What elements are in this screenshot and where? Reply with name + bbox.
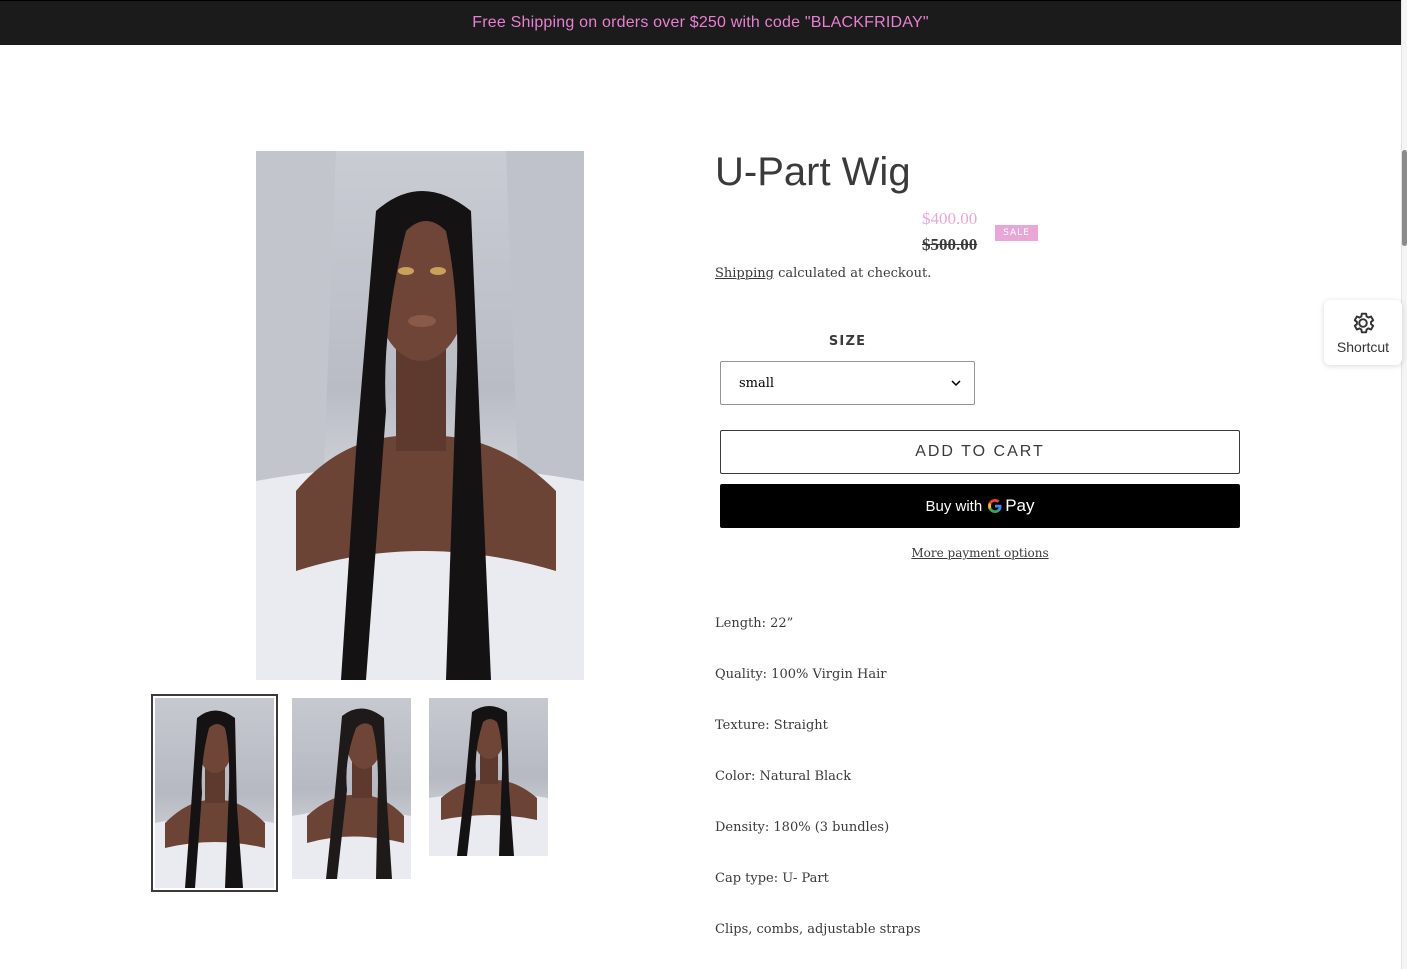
shortcut-widget[interactable]: Shortcut [1324, 300, 1402, 365]
pay-brand-label: Pay [1005, 496, 1035, 515]
description-line: Density: 180% (3 bundles) [715, 820, 890, 835]
description-line: Color: Natural Black [715, 769, 852, 784]
google-pay-button[interactable]: Buy with Pay [720, 484, 1240, 528]
description-line: Texture: Straight [715, 718, 828, 733]
scrollbar-thumb[interactable] [1402, 150, 1407, 246]
regular-price: $500.00 [922, 235, 978, 254]
size-label: SIZE [828, 334, 867, 349]
announcement-text: Free Shipping on orders over $250 with c… [472, 14, 929, 31]
page-scrollbar[interactable] [1401, 0, 1407, 969]
product-thumbnail-3[interactable] [429, 698, 548, 856]
product-thumbnail-1[interactable] [151, 694, 278, 892]
more-payment-options-link[interactable]: More payment options [720, 546, 1240, 560]
description-line: Quality: 100% Virgin Hair [715, 667, 887, 682]
announcement-bar: Free Shipping on orders over $250 with c… [0, 0, 1401, 45]
shipping-text: calculated at checkout. [773, 266, 932, 281]
description-line: Length: 22” [715, 616, 794, 631]
description-line: Clips, combs, adjustable straps [715, 922, 921, 937]
google-pay-logo: Pay [987, 496, 1035, 516]
product-thumbnail-2[interactable] [292, 698, 411, 879]
shipping-link[interactable]: Shipping [715, 266, 774, 281]
description-line: Cap type: U- Part [715, 871, 829, 886]
sale-badge: SALE [995, 225, 1038, 241]
chevron-down-icon [951, 380, 961, 387]
shortcut-label: Shortcut [1336, 339, 1390, 355]
google-g-icon [988, 499, 1002, 513]
sale-price: $400.00 [922, 209, 978, 228]
size-select[interactable]: small [720, 361, 975, 405]
gear-icon [1353, 312, 1375, 334]
shipping-note: Shipping calculated at checkout. [715, 266, 931, 281]
add-to-cart-button[interactable]: ADD TO CART [720, 430, 1240, 474]
product-title: U-Part Wig [715, 150, 911, 194]
buy-with-label: Buy with [925, 497, 983, 515]
size-selected-value: small [739, 375, 775, 391]
product-main-image[interactable] [256, 151, 584, 680]
